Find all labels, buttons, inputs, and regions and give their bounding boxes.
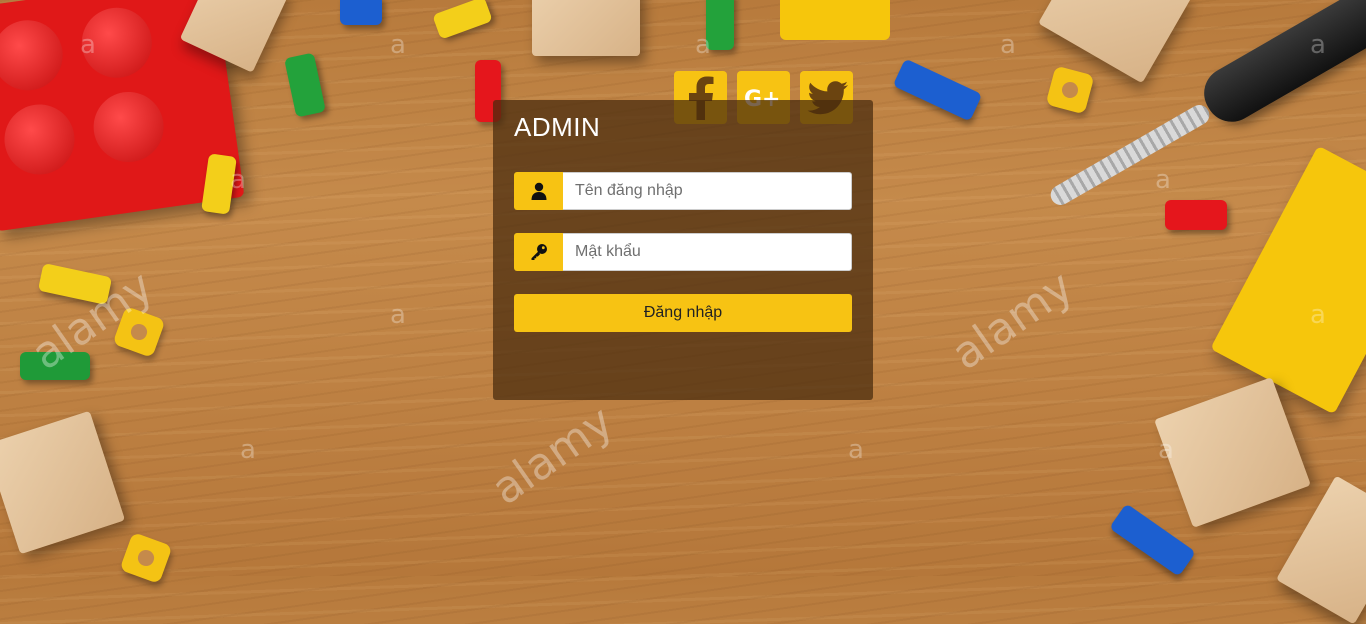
watermark-mark: a — [848, 435, 864, 465]
watermark-mark: a — [390, 30, 406, 60]
toy-screw — [1109, 503, 1196, 577]
watermark-mark: a — [1310, 300, 1326, 330]
wooden-block — [1276, 475, 1366, 624]
yellow-lego-brick — [1210, 145, 1366, 415]
watermark-mark: a — [695, 30, 711, 60]
watermark-text: alamy — [942, 260, 1083, 381]
toy-screw — [284, 52, 326, 118]
wooden-block — [1154, 377, 1311, 528]
wooden-block — [0, 410, 126, 555]
toy-screw — [432, 0, 493, 40]
user-icon — [514, 172, 563, 210]
toy-nut — [119, 532, 173, 584]
screwdriver-handle — [1194, 0, 1366, 132]
watermark-mark: a — [230, 165, 246, 195]
username-field — [514, 172, 852, 210]
login-panel: ADMIN Đăng nhập — [493, 100, 873, 400]
watermark-mark: a — [1000, 30, 1016, 60]
password-field — [514, 233, 852, 271]
watermark-mark: a — [80, 30, 96, 60]
watermark-mark: a — [240, 435, 256, 465]
toy-screw — [340, 0, 382, 25]
watermark-mark: a — [390, 300, 406, 330]
watermark-text: alamy — [482, 395, 623, 516]
panel-title: ADMIN — [514, 112, 601, 142]
username-input[interactable] — [563, 172, 852, 210]
yellow-lego-brick — [780, 0, 890, 40]
watermark-mark: a — [1310, 30, 1326, 60]
login-button[interactable]: Đăng nhập — [514, 294, 852, 332]
watermark-mark: a — [1158, 435, 1174, 465]
wooden-block — [532, 0, 640, 56]
toy-screw — [1165, 200, 1227, 230]
toy-nut — [1045, 65, 1095, 115]
screwdriver-shaft — [1047, 101, 1213, 209]
watermark-mark: a — [1155, 165, 1171, 195]
password-input[interactable] — [563, 233, 852, 271]
toy-screw — [892, 58, 983, 122]
key-icon — [514, 233, 563, 271]
